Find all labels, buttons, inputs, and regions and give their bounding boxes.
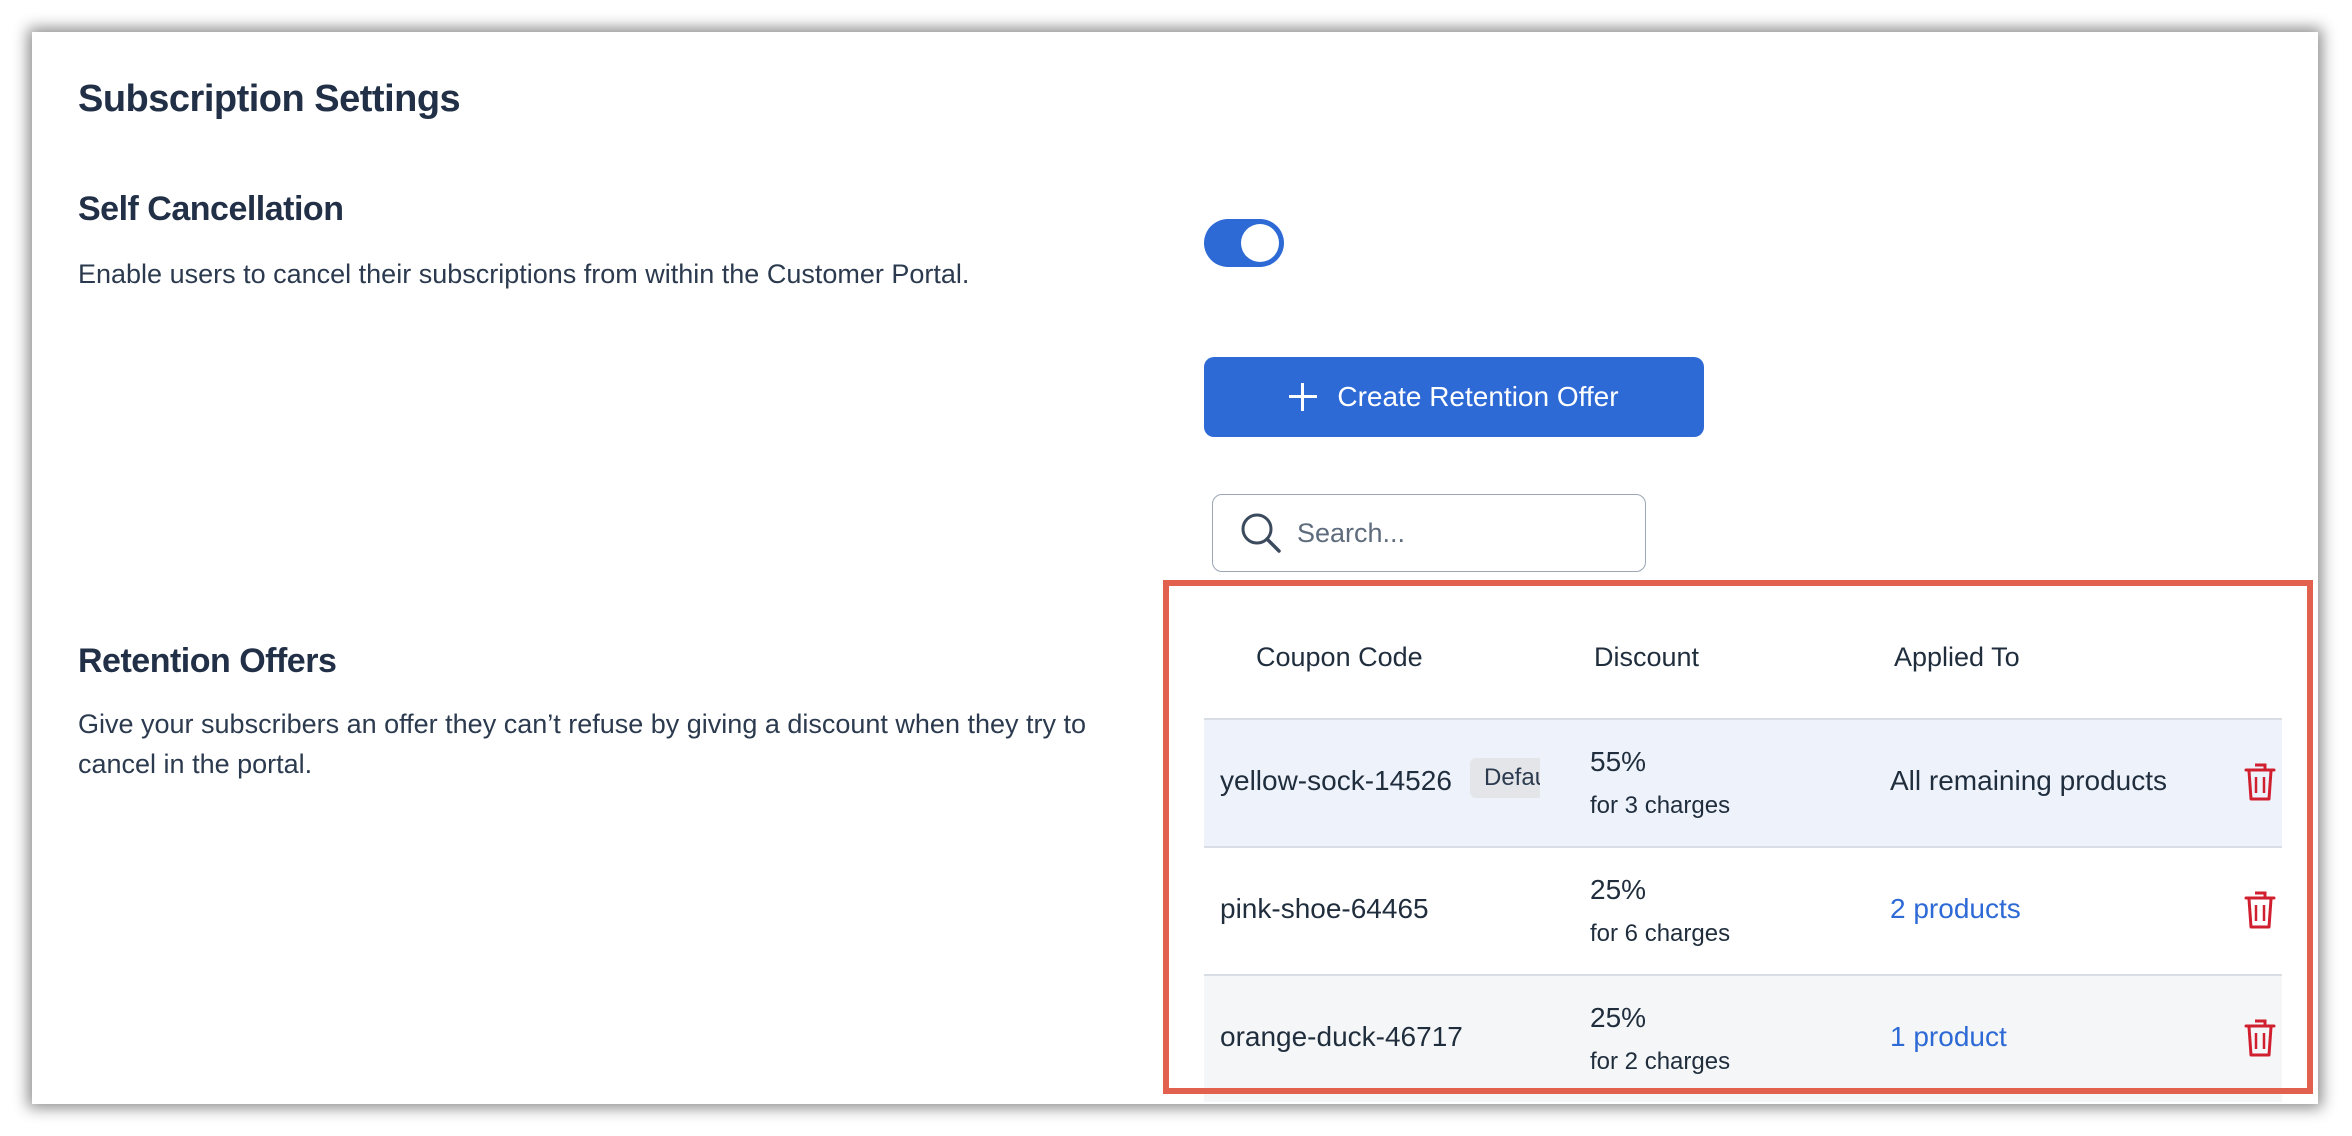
retention-offers-description-line2: cancel in the portal.	[78, 749, 313, 779]
self-cancellation-toggle[interactable]	[1204, 219, 1284, 267]
self-cancellation-title: Self Cancellation	[78, 190, 344, 228]
self-cancellation-description: Enable users to cancel their subscriptio…	[78, 259, 970, 289]
screenshot-canvas: Subscription Settings Self Cancellation …	[0, 0, 2352, 1136]
settings-card: Subscription Settings Self Cancellation …	[32, 32, 2318, 1104]
highlight-frame	[1163, 580, 2313, 1094]
page-title: Subscription Settings	[78, 78, 461, 120]
create-retention-offer-label: Create Retention Offer	[1337, 381, 1619, 412]
retention-offers-title: Retention Offers	[78, 642, 337, 680]
search-box[interactable]	[1212, 494, 1646, 572]
search-icon	[1241, 513, 1281, 553]
search-input[interactable]	[1295, 516, 1639, 550]
plus-icon	[1289, 383, 1318, 411]
create-retention-offer-button[interactable]: Create Retention Offer	[1204, 357, 1704, 437]
toggle-knob	[1241, 224, 1279, 262]
retention-offers-description-line1: Give your subscribers an offer they can’…	[78, 709, 1087, 739]
